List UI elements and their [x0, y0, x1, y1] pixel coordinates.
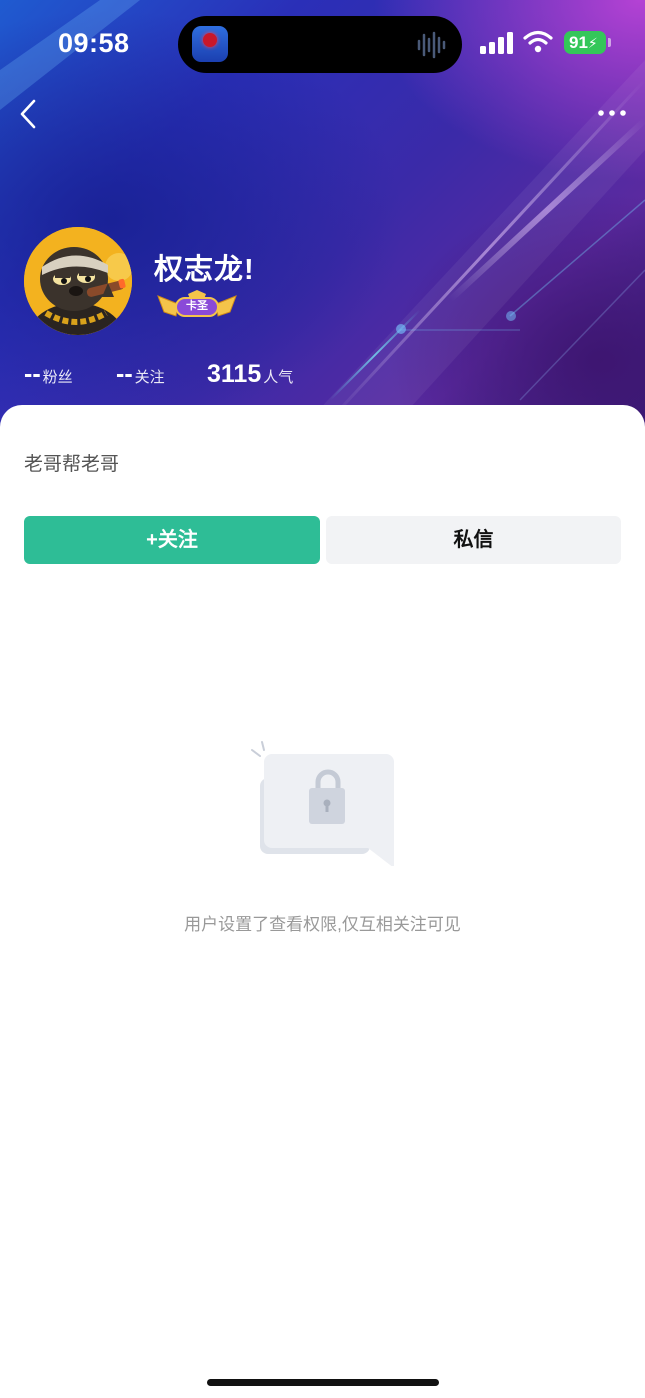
popularity-label: 人气	[263, 369, 294, 386]
audio-wave-icon	[417, 31, 446, 59]
follow-button[interactable]: +关注	[24, 516, 320, 564]
badge-label: 卡圣	[186, 300, 208, 312]
message-button[interactable]: 私信	[326, 516, 621, 564]
battery-charging-icon: 91⚡	[564, 31, 611, 54]
following-label: 关注	[134, 369, 165, 386]
privacy-notice: 用户设置了查看权限,仅互相关注可见	[184, 915, 461, 934]
app-recording-icon	[192, 26, 228, 62]
popularity-stat: 3115 人气	[207, 360, 293, 389]
cellular-signal-icon	[480, 32, 513, 54]
battery-level: 91	[569, 33, 588, 52]
home-indicator[interactable]	[207, 1379, 439, 1386]
popularity-count: 3115	[207, 360, 262, 388]
chevron-left-icon[interactable]	[14, 96, 44, 132]
more-dots-icon[interactable]	[596, 104, 628, 122]
fans-count: --	[24, 360, 41, 388]
avatar[interactable]	[24, 227, 132, 335]
profile-content-sheet: 老哥帮老哥 +关注 私信 用户设置了查看权限,仅互相关注可见	[0, 405, 645, 1398]
nickname: 权志龙!	[154, 254, 255, 286]
dynamic-island	[178, 16, 462, 73]
fans-stat[interactable]: -- 粉丝	[24, 360, 73, 389]
bio-text: 老哥帮老哥	[24, 454, 120, 475]
status-time: 09:58	[58, 28, 130, 58]
following-stat[interactable]: -- 关注	[116, 360, 165, 389]
following-count: --	[116, 360, 133, 388]
lock-icon	[251, 741, 394, 866]
wifi-icon	[523, 30, 553, 53]
avatar-image	[24, 227, 132, 335]
level-badge: 卡圣	[154, 290, 240, 322]
fans-label: 粉丝	[42, 369, 73, 386]
